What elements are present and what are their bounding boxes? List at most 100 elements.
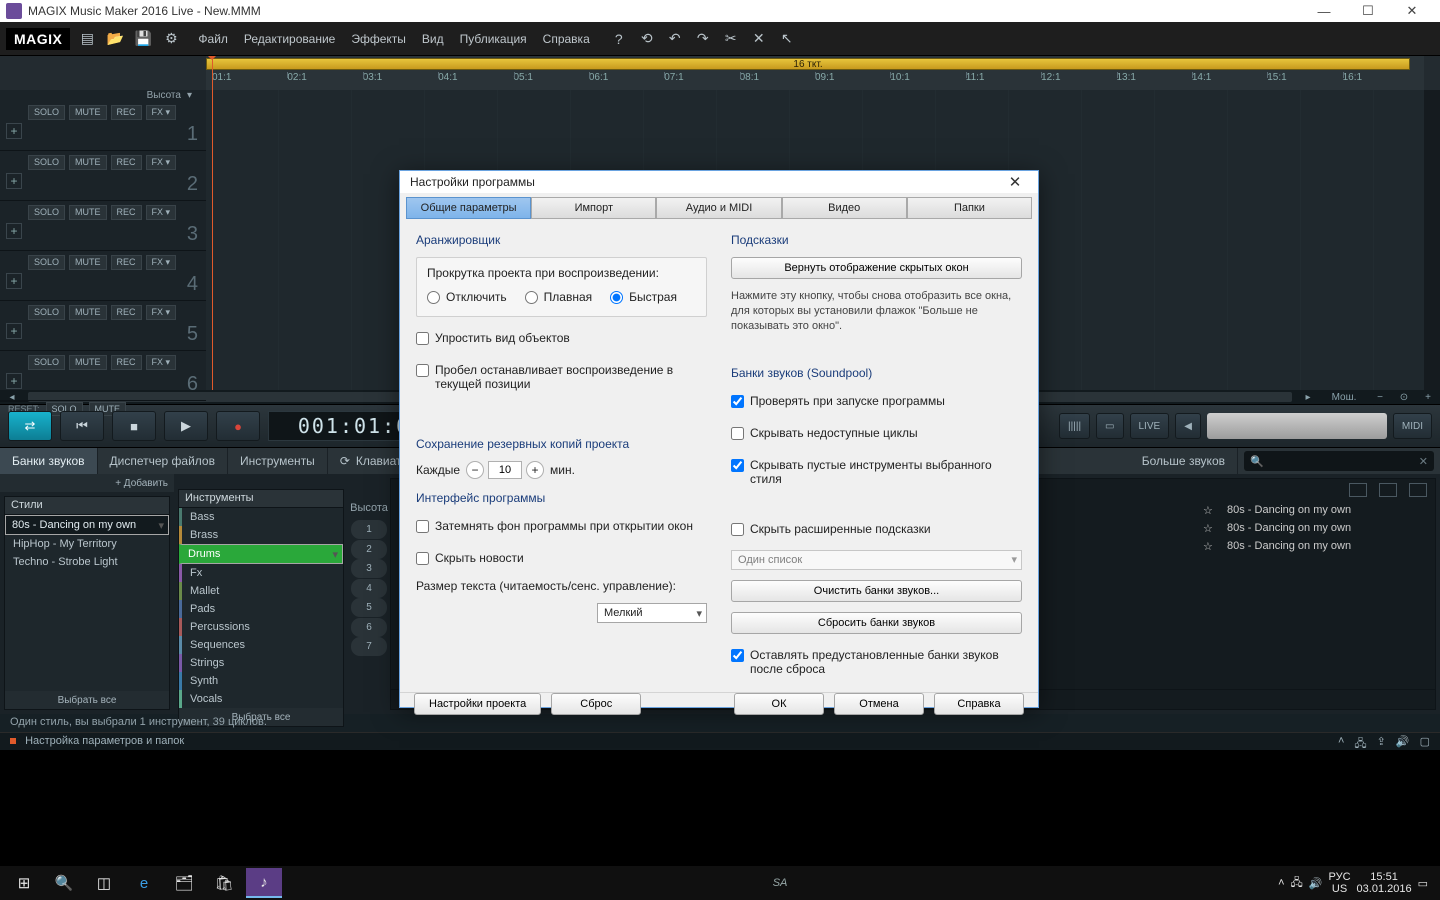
midi-keyboard[interactable] [1207, 413, 1387, 439]
menu-edit[interactable]: Редактирование [244, 32, 335, 46]
keep-presets-checkbox[interactable]: Оставлять предустановленные банки звуков… [731, 648, 1022, 676]
track-solo-button[interactable]: SOLO [28, 305, 65, 320]
dtab-video[interactable]: Видео [782, 197, 907, 219]
tray-up-icon[interactable]: ˄ [1338, 735, 1344, 754]
track-rec-button[interactable]: REC [111, 255, 142, 270]
ruler-tick[interactable]: 13:1 [1117, 72, 1192, 90]
gear-icon[interactable]: ⚙ [160, 28, 182, 50]
tray-expand-icon[interactable]: ▢ [1420, 735, 1430, 754]
tray-speaker-icon[interactable]: 🔊 [1309, 877, 1323, 890]
track-fx-button[interactable]: FX ▾ [146, 355, 177, 370]
help-icon[interactable]: ? [608, 28, 630, 50]
view-list-icon[interactable] [1349, 483, 1367, 497]
track-fx-button[interactable]: FX ▾ [146, 205, 177, 220]
dtab-import[interactable]: Импорт [531, 197, 656, 219]
hide-empty-checkbox[interactable]: Скрывать пустые инструменты выбранного с… [731, 458, 1022, 486]
dialog-ok-button[interactable]: ОК [734, 693, 824, 715]
save-icon[interactable]: 💾 [132, 28, 154, 50]
open-icon[interactable]: 📂 [104, 28, 126, 50]
scroll-smooth-radio[interactable]: Плавная [525, 290, 592, 304]
styles-select-all[interactable]: Выбрать все [5, 691, 169, 709]
instrument-item[interactable]: Percussions [179, 618, 343, 636]
instrument-item[interactable]: Sequences [179, 636, 343, 654]
loop-toggle-button[interactable]: ⇄ [8, 411, 52, 441]
undo-arrow-icon[interactable]: ⟲ [636, 28, 658, 50]
ruler-tick[interactable]: 14:1 [1192, 72, 1267, 90]
instrument-item[interactable]: Mallet [179, 582, 343, 600]
ruler-tick[interactable]: 04:1 [438, 72, 513, 90]
track-header[interactable]: + SOLO MUTE REC FX ▾ 3 [0, 201, 206, 251]
clear-search-icon[interactable]: ✕ [1419, 455, 1428, 468]
midi-prev-button[interactable]: ◀ [1175, 413, 1201, 439]
magix-taskbar-icon[interactable]: ♪ [246, 868, 282, 898]
window-maximize-button[interactable]: ☐ [1346, 0, 1390, 22]
search-input[interactable] [1264, 455, 1419, 467]
track-mute-button[interactable]: MUTE [69, 355, 107, 370]
view-grid-icon[interactable] [1379, 483, 1397, 497]
text-size-select[interactable]: Мелкий [597, 603, 707, 623]
rewind-button[interactable]: ⏮ [60, 411, 104, 441]
instrument-item[interactable]: Synth [179, 672, 343, 690]
ruler-tick[interactable]: 12:1 [1041, 72, 1116, 90]
track-solo-button[interactable]: SOLO [28, 155, 65, 170]
playhead[interactable] [212, 56, 213, 390]
stepper-minus[interactable]: − [466, 461, 484, 479]
track-mute-button[interactable]: MUTE [69, 105, 107, 120]
instrument-item[interactable]: Bass [179, 508, 343, 526]
track-fx-button[interactable]: FX ▾ [146, 155, 177, 170]
ruler-tick[interactable]: 09:1 [815, 72, 890, 90]
instrument-item[interactable]: Vocals [179, 690, 343, 708]
new-project-icon[interactable]: ▤ [76, 28, 98, 50]
track-header[interactable]: + SOLO MUTE REC FX ▾ 2 [0, 151, 206, 201]
window-close-button[interactable]: ✕ [1390, 0, 1434, 22]
track-rec-button[interactable]: REC [111, 155, 142, 170]
delete-icon[interactable]: ✕ [748, 28, 770, 50]
favorite-star-icon[interactable]: ☆ [1203, 504, 1217, 517]
track-fx-button[interactable]: FX ▾ [146, 105, 177, 120]
track-add-button[interactable]: + [6, 323, 22, 339]
backup-interval-stepper[interactable]: − + [466, 461, 544, 479]
track-add-button[interactable]: + [6, 123, 22, 139]
dtab-general[interactable]: Общие параметры [406, 197, 531, 219]
menu-effects[interactable]: Эффекты [351, 32, 406, 46]
ruler-tick[interactable]: 02:1 [287, 72, 362, 90]
tray-network-icon[interactable]: 🖧 [1291, 874, 1303, 893]
tray-lock-icon[interactable]: ⇪ [1377, 735, 1386, 754]
menu-view[interactable]: Вид [422, 32, 444, 46]
stop-button[interactable]: ■ [112, 411, 156, 441]
instrument-item[interactable]: Pads [179, 600, 343, 618]
instrument-item[interactable]: Strings [179, 654, 343, 672]
instrument-item[interactable]: Fx [179, 564, 343, 582]
hide-news-checkbox[interactable]: Скрыть новости [416, 551, 707, 565]
pitch-cell[interactable]: 5 [351, 598, 387, 617]
pitch-cell[interactable]: 6 [351, 618, 387, 637]
track-solo-button[interactable]: SOLO [28, 205, 65, 220]
undo-icon[interactable]: ↶ [664, 28, 686, 50]
track-rec-button[interactable]: REC [111, 305, 142, 320]
tab-more-sounds[interactable]: Больше звуков [1130, 448, 1238, 474]
redo-icon[interactable]: ↷ [692, 28, 714, 50]
track-add-button[interactable]: + [6, 373, 22, 389]
view-mode-live[interactable]: LIVE [1130, 413, 1170, 439]
stepper-plus[interactable]: + [526, 461, 544, 479]
start-button[interactable]: ⊞ [6, 868, 42, 898]
simplify-checkbox[interactable]: Упростить вид объектов [416, 331, 707, 345]
check-on-start-checkbox[interactable]: Проверять при запуске программы [731, 394, 1022, 408]
track-solo-button[interactable]: SOLO [28, 105, 65, 120]
track-solo-button[interactable]: SOLO [28, 355, 65, 370]
taskview-icon[interactable]: ◫ [86, 868, 122, 898]
hide-ext-hints-checkbox[interactable]: Скрыть расширенные подсказки [731, 522, 1022, 536]
ruler-tick[interactable]: 03:1 [363, 72, 438, 90]
record-button[interactable]: ● [216, 411, 260, 441]
favorite-star-icon[interactable]: ☆ [1203, 522, 1217, 535]
dialog-help-button[interactable]: Справка [934, 693, 1024, 715]
add-style-button[interactable]: + Добавить [0, 474, 174, 492]
explorer-icon[interactable]: 🗂 [166, 868, 202, 898]
view-mode-2[interactable]: ▭ [1096, 413, 1123, 439]
dialog-close-button[interactable]: ✕ [1002, 171, 1028, 193]
cut-icon[interactable]: ✂ [720, 28, 742, 50]
dialog-titlebar[interactable]: Настройки программы ✕ [400, 171, 1038, 193]
pitch-cell[interactable]: 1 [351, 520, 387, 539]
backup-interval-input[interactable] [488, 461, 522, 479]
hide-unavailable-checkbox[interactable]: Скрывать недоступные циклы [731, 426, 1022, 440]
